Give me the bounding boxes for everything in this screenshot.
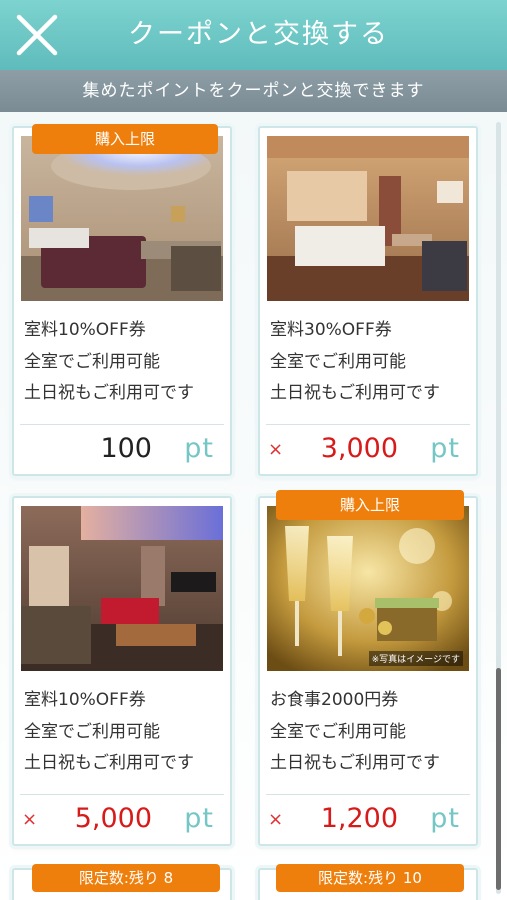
points-value: 5,000 (74, 803, 152, 834)
divider (266, 794, 470, 795)
coupon-image-champagne: ※写真はイメージです (267, 506, 469, 671)
coupon-detail-line: 土日祝もご利用可です (24, 383, 194, 403)
app-header: クーポンと交換する (0, 0, 507, 70)
subheader-banner: 集めたポイントをクーポンと交換できます (0, 70, 507, 112)
points-value: 1,200 (320, 803, 398, 834)
limited-quantity-badge: 限定数:残り 8 (32, 864, 220, 892)
coupon-title: 室料10%OFF券 (24, 690, 146, 710)
divider (20, 794, 224, 795)
coupon-image-room (267, 136, 469, 301)
coupon-price: 100 pt (14, 426, 230, 474)
page-title: クーポンと交換する (128, 19, 389, 50)
divider (266, 424, 470, 425)
points-value: 3,000 (320, 433, 398, 464)
coupon-detail-line: 全室でご利用可能 (270, 722, 406, 742)
limited-quantity-badge: 限定数:残り 10 (276, 864, 464, 892)
coupon-detail-line: 全室でご利用可能 (270, 352, 406, 372)
coupon-list[interactable]: 室料10%OFF券 全室でご利用可能 土日祝もご利用可です 100 pt 購入上… (0, 112, 507, 900)
image-disclaimer: ※写真はイメージです (368, 651, 463, 666)
unavailable-x-icon: × (268, 439, 284, 460)
coupon-detail-line: 全室でご利用可能 (24, 352, 160, 372)
coupon-price: × 1,200 pt (260, 796, 476, 844)
coupon-image-room (21, 136, 223, 301)
coupon-description: お食事2000円券 全室でご利用可能 土日祝もご利用可です (260, 671, 476, 793)
coupon-detail-line: 土日祝もご利用可です (270, 383, 440, 403)
coupon-price: × 3,000 pt (260, 426, 476, 474)
coupon-description: 室料10%OFF券 全室でご利用可能 土日祝もご利用可です (14, 301, 230, 423)
coupon-description: 室料10%OFF券 全室でご利用可能 土日祝もご利用可です (14, 671, 230, 793)
points-unit: pt (184, 433, 214, 464)
coupon-detail-line: 土日祝もご利用可です (270, 753, 440, 773)
coupon-card-4[interactable]: ※写真はイメージです お食事2000円券 全室でご利用可能 土日祝もご利用可です… (258, 496, 478, 846)
coupon-detail-line: 土日祝もご利用可です (24, 753, 194, 773)
points-unit: pt (430, 803, 460, 834)
coupon-image-room (21, 506, 223, 671)
coupon-description: 室料30%OFF券 全室でご利用可能 土日祝もご利用可です (260, 301, 476, 423)
coupon-detail-line: 全室でご利用可能 (24, 722, 160, 742)
purchase-limit-badge: 購入上限 (276, 490, 464, 520)
points-unit: pt (430, 433, 460, 464)
coupon-price: × 5,000 pt (14, 796, 230, 844)
points-value: 100 (100, 433, 152, 464)
coupon-title: お食事2000円券 (270, 690, 399, 710)
scrollbar-thumb[interactable] (496, 668, 501, 890)
coupon-title: 室料30%OFF券 (270, 320, 392, 340)
unavailable-x-icon: × (22, 809, 38, 830)
points-unit: pt (184, 803, 214, 834)
coupon-card-1[interactable]: 室料10%OFF券 全室でご利用可能 土日祝もご利用可です 100 pt (12, 126, 232, 476)
divider (20, 424, 224, 425)
purchase-limit-badge: 購入上限 (32, 124, 218, 154)
coupon-card-2[interactable]: 室料30%OFF券 全室でご利用可能 土日祝もご利用可です × 3,000 pt (258, 126, 478, 476)
coupon-card-3[interactable]: 室料10%OFF券 全室でご利用可能 土日祝もご利用可です × 5,000 pt (12, 496, 232, 846)
coupon-title: 室料10%OFF券 (24, 320, 146, 340)
unavailable-x-icon: × (268, 809, 284, 830)
